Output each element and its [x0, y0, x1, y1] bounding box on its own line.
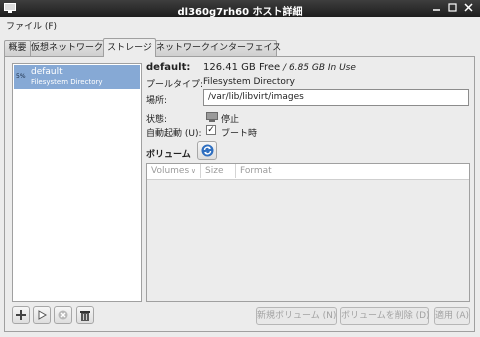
pool-usage-percent: 5%: [16, 73, 26, 80]
pool-free: 126.41 GB Free / 6.85 GB In Use: [203, 62, 356, 73]
state-label: 状態:: [146, 115, 168, 125]
trash-icon: [80, 311, 90, 321]
state-value: 停止: [221, 115, 240, 125]
maximize-icon[interactable]: [447, 2, 458, 13]
volumes-label: ボリューム: [146, 150, 191, 160]
refresh-icon: [201, 144, 214, 157]
close-icon[interactable]: [463, 2, 474, 13]
refresh-volumes-button[interactable]: [197, 141, 217, 160]
sort-desc-icon: ∨: [190, 167, 196, 175]
location-label: 場所:: [146, 96, 168, 106]
delete-pool-button[interactable]: [76, 306, 94, 324]
tab-network-interfaces[interactable]: ネットワークインターフェイス: [155, 40, 281, 56]
play-icon: [38, 310, 47, 320]
pool-type-value: Filesystem Directory: [203, 77, 295, 87]
menubar: ファイル (F): [0, 17, 480, 32]
location-field[interactable]: /var/lib/libvirt/images: [203, 89, 469, 106]
add-pool-button[interactable]: [12, 306, 30, 324]
pool-list-item[interactable]: 5% default Filesystem Directory: [14, 65, 140, 89]
stop-pool-button[interactable]: [54, 306, 72, 324]
pool-name: default: [31, 67, 63, 77]
new-volume-button[interactable]: 新規ボリューム (N): [256, 307, 337, 325]
autostart-value: ブート時: [221, 129, 258, 139]
in-use-space: / 6.85 GB In Use: [280, 63, 356, 73]
minimize-icon[interactable]: [431, 2, 442, 13]
tab-virtual-networks[interactable]: 仮想ネットワーク: [30, 40, 104, 56]
column-volumes-label: Volumes: [151, 166, 190, 176]
column-header-size[interactable]: Size: [201, 164, 236, 178]
autostart-checkbox[interactable]: ✓: [206, 125, 216, 135]
plus-icon: [16, 310, 26, 320]
pool-list[interactable]: 5% default Filesystem Directory: [12, 63, 142, 302]
free-space: 126.41 GB Free: [203, 62, 281, 73]
stop-icon: [58, 310, 68, 320]
tab-storage[interactable]: ストレージ: [103, 38, 156, 57]
column-header-volumes[interactable]: Volumes ∨: [147, 164, 201, 178]
delete-volume-button[interactable]: ボリュームを削除 (D): [340, 307, 430, 325]
volumes-table-body: [147, 179, 469, 301]
pool-title: default:: [146, 62, 191, 73]
autostart-label: 自動起動 (U):: [146, 129, 202, 139]
stopped-state-icon: [206, 112, 218, 122]
window-titlebar: dl360g7rh60 ホスト詳細: [0, 0, 480, 18]
pool-type-label: プールタイプ:: [146, 80, 204, 90]
window-title: dl360g7rh60 ホスト詳細: [177, 7, 303, 18]
start-pool-button[interactable]: [33, 306, 51, 324]
apply-button[interactable]: 適用 (A): [434, 307, 470, 325]
menu-file[interactable]: ファイル (F): [6, 19, 57, 32]
tab-overview[interactable]: 概要: [4, 40, 31, 56]
storage-panel: 5% default Filesystem Directory default:: [4, 56, 475, 332]
column-header-format[interactable]: Format: [236, 164, 296, 178]
pool-type: Filesystem Directory: [31, 78, 103, 86]
volumes-table[interactable]: Volumes ∨ Size Format: [146, 163, 470, 302]
